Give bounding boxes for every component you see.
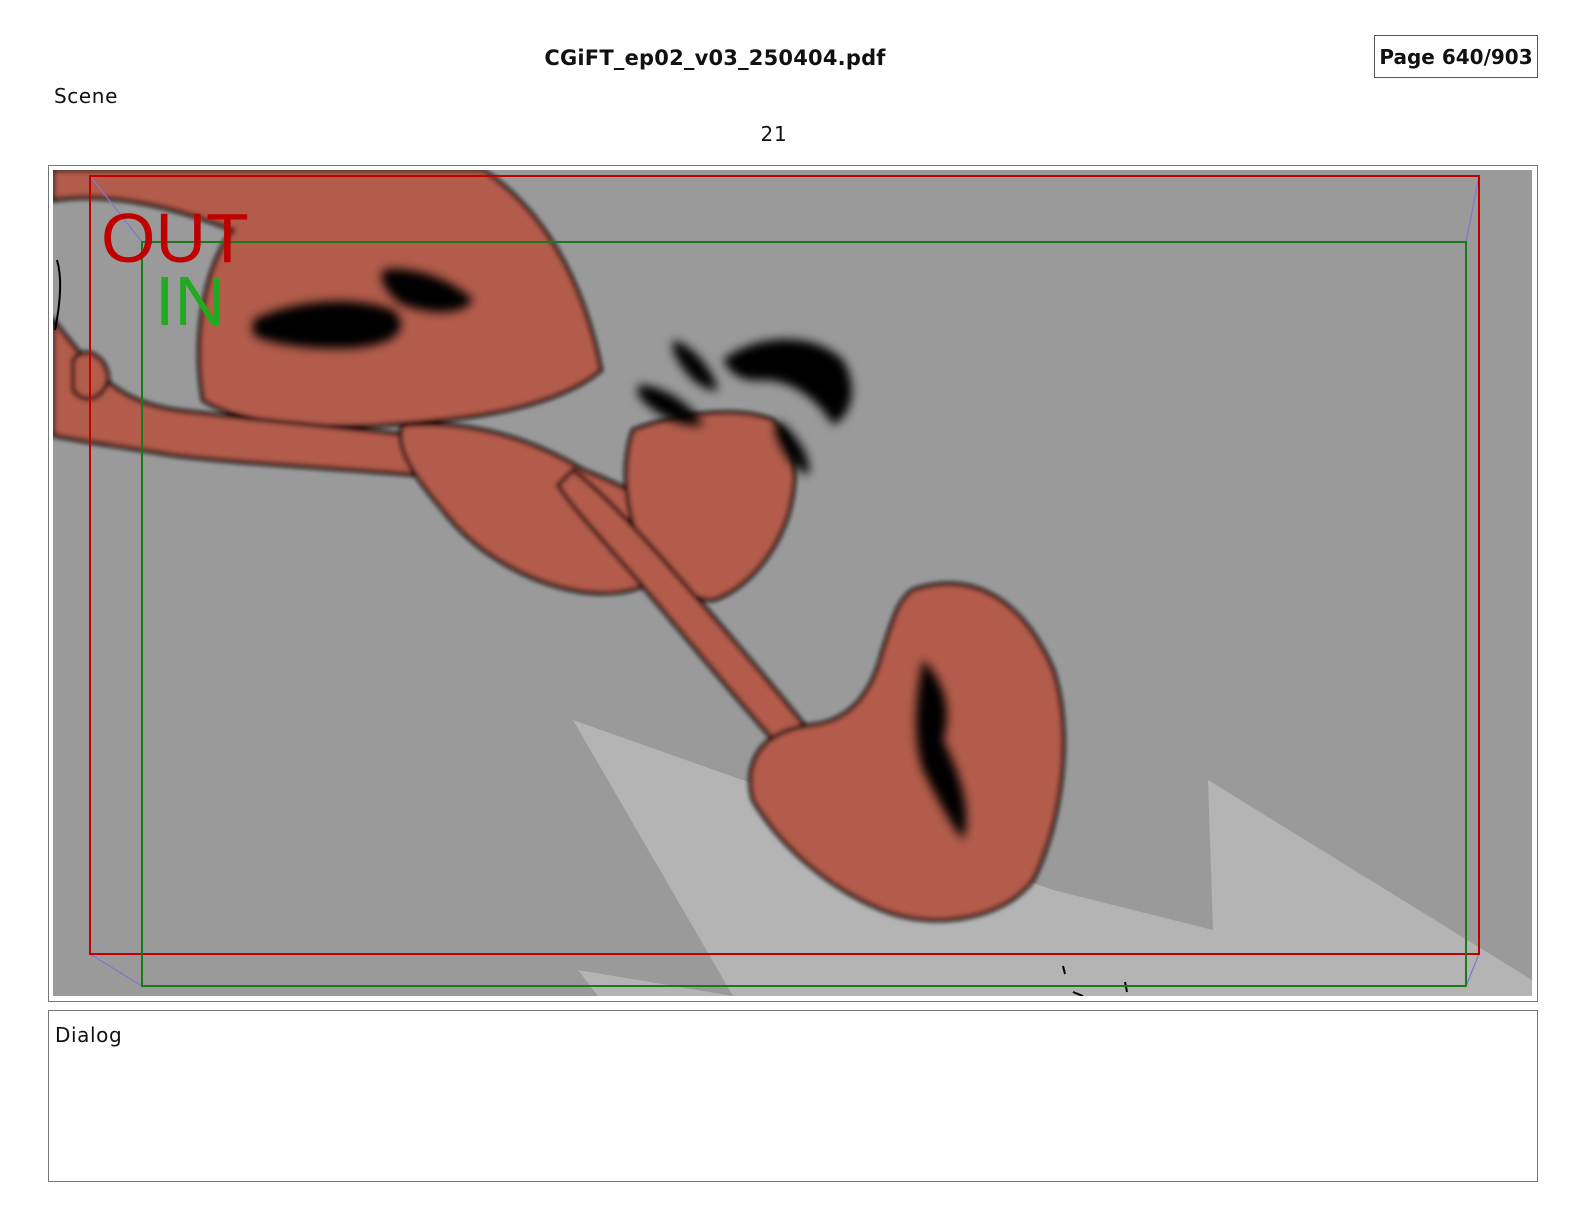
document-title: CGiFT_ep02_v03_250404.pdf [544,46,886,70]
storyboard-panel: OUT IN [48,165,1538,1002]
page-indicator: Page 640/903 [1374,35,1538,78]
page-indicator-text: Page 640/903 [1379,44,1533,69]
scene-number: 21 [760,122,788,146]
dialog-label: Dialog [55,1023,123,1047]
dialog-box: Dialog [48,1010,1538,1182]
in-frame-label: IN [155,262,225,340]
scene-label: Scene [54,84,118,108]
panel-artwork: OUT IN [53,170,1532,996]
